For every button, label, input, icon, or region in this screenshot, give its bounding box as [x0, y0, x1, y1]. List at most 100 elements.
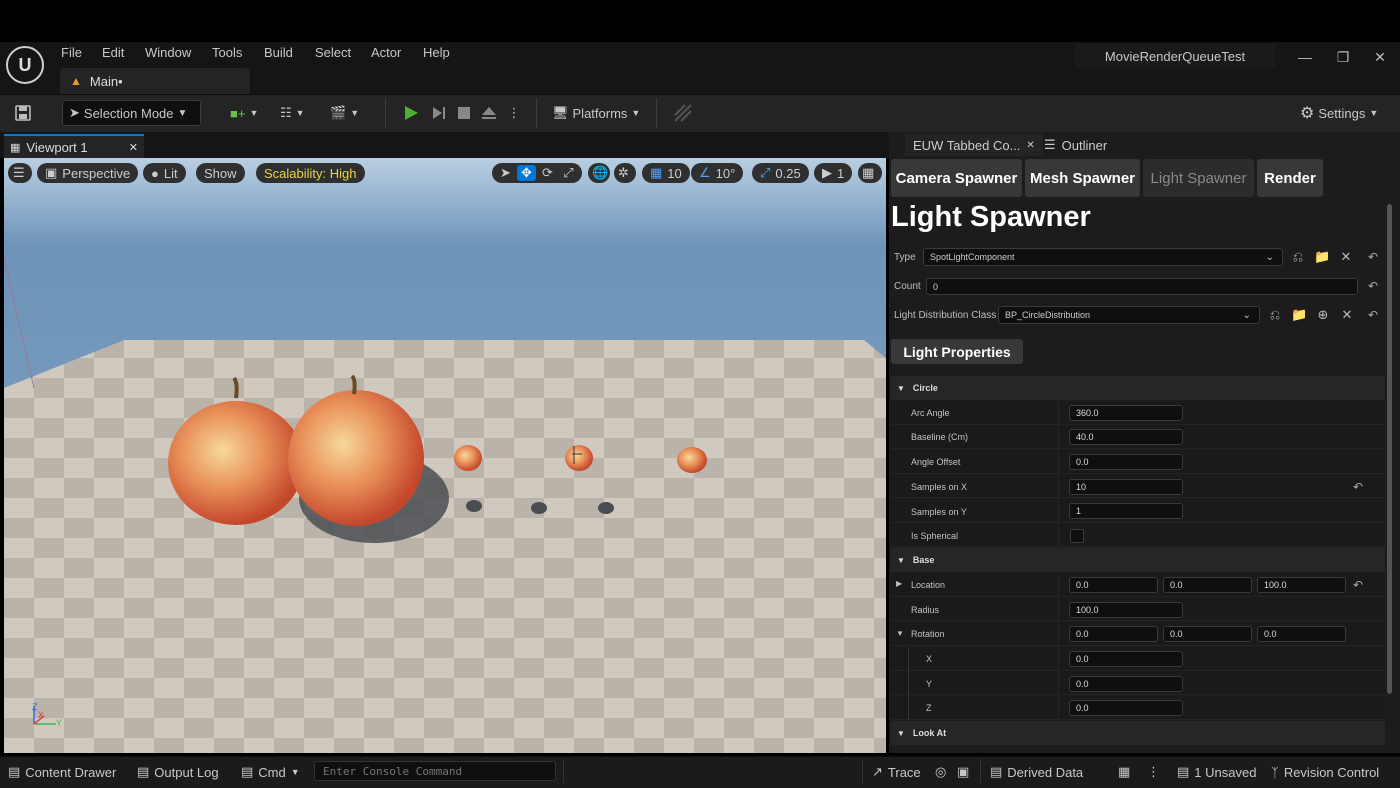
close-window-icon[interactable]: ✕	[1370, 47, 1390, 67]
euw-tab[interactable]: EUW Tabbed Co... ✕	[905, 134, 1043, 156]
screenshot-icon[interactable]: ▣	[957, 763, 969, 781]
menu-select[interactable]: Select	[315, 45, 351, 61]
rotation-z-input[interactable]: 0.0	[1257, 626, 1346, 642]
expand-down-icon[interactable]: ▼	[896, 629, 904, 638]
close-tab-icon[interactable]: ✕	[1026, 140, 1034, 151]
reset-icon[interactable]: ↶	[1350, 577, 1366, 593]
section-base[interactable]: ▼ Base	[891, 548, 1385, 572]
settings-dropdown[interactable]: ⚙ Settings ▼	[1300, 100, 1378, 126]
tab-mesh-spawner[interactable]: Mesh Spawner	[1025, 159, 1140, 197]
record-icon[interactable]: ◎	[935, 763, 946, 781]
lit-button[interactable]: ● Lit	[143, 163, 186, 183]
browse-back-icon[interactable]: ⎌	[1267, 307, 1283, 323]
add-actor-button[interactable]: ■+ ▼	[230, 100, 258, 126]
location-z-input[interactable]: 100.0	[1257, 577, 1346, 593]
count-input[interactable]: 0	[926, 278, 1358, 295]
derived-data-button[interactable]: ▤ Derived Data	[990, 763, 1083, 781]
rotate-tool-icon[interactable]: ⟳	[538, 165, 557, 181]
section-look-at[interactable]: ▼ Look At	[891, 721, 1385, 745]
panel-scrollbar[interactable]	[1387, 204, 1392, 694]
select-tool-icon[interactable]: ➤	[496, 165, 515, 181]
location-y-input[interactable]: 0.0	[1163, 577, 1252, 593]
minimize-icon[interactable]: —	[1295, 47, 1315, 67]
rot-z-input[interactable]: 0.0	[1069, 700, 1183, 716]
world-space-button[interactable]: 🌐	[588, 163, 610, 183]
rotation-x-input[interactable]: 0.0	[1069, 626, 1158, 642]
tab-render[interactable]: Render	[1257, 159, 1323, 197]
viewport-menu-button[interactable]: ☰	[8, 163, 32, 183]
rot-y-input[interactable]: 0.0	[1069, 676, 1183, 692]
move-tool-icon[interactable]: ✥	[517, 165, 536, 181]
revision-control-button[interactable]: ᛉ Revision Control	[1271, 763, 1379, 781]
expand-right-icon[interactable]: ▶	[896, 579, 902, 588]
browse-back-icon[interactable]: ⎌	[1290, 249, 1306, 265]
outliner-tab[interactable]: ☰ Outliner	[1036, 134, 1115, 156]
close-tab-icon[interactable]: ✕	[129, 141, 138, 154]
menu-file[interactable]: File	[61, 45, 82, 61]
radius-input[interactable]: 100.0	[1069, 602, 1183, 618]
source-control-grid-icon[interactable]: ▦	[1118, 763, 1130, 781]
grid-snap-button[interactable]: ▦ 10	[642, 163, 690, 183]
trace-button[interactable]: ↗ Trace	[872, 763, 921, 781]
tab-camera-spawner[interactable]: Camera Spawner	[891, 159, 1022, 197]
samples-x-input[interactable]: 10	[1069, 479, 1183, 495]
rotation-snap-button[interactable]: ∠ 10°	[691, 163, 744, 183]
platforms-dropdown[interactable]: 🖥 Platforms ▼	[552, 100, 640, 126]
scalability-button[interactable]: Scalability: High	[256, 163, 365, 183]
camera-speed-button[interactable]: ▶ 1	[814, 163, 853, 183]
perspective-button[interactable]: ▣ Perspective	[37, 163, 139, 183]
angle-offset-input[interactable]: 0.0	[1069, 454, 1183, 470]
type-dropdown[interactable]: SpotLightComponent ⌄	[923, 248, 1283, 266]
show-button[interactable]: Show	[196, 163, 245, 183]
baseline-input[interactable]: 40.0	[1069, 429, 1183, 445]
rotation-y-input[interactable]: 0.0	[1163, 626, 1252, 642]
add-circle-icon[interactable]: ⊕	[1315, 307, 1331, 323]
console-input[interactable]	[314, 761, 556, 781]
menu-edit[interactable]: Edit	[102, 45, 124, 61]
folder-icon[interactable]: 📁	[1291, 307, 1307, 323]
samples-y-input[interactable]: 1	[1069, 503, 1183, 519]
play-options-button[interactable]: ⋮	[508, 100, 521, 126]
location-x-input[interactable]: 0.0	[1069, 577, 1158, 593]
cmd-dropdown[interactable]: ▤ Cmd ▼	[241, 763, 300, 781]
play-button[interactable]	[402, 100, 420, 126]
reset-icon[interactable]: ↶	[1365, 249, 1381, 265]
is-spherical-checkbox[interactable]	[1070, 529, 1084, 543]
advance-frame-button[interactable]	[430, 100, 448, 126]
light-distribution-dropdown[interactable]: BP_CircleDistribution ⌄	[998, 306, 1260, 324]
restore-icon[interactable]: ❐	[1333, 47, 1353, 67]
selection-mode-dropdown[interactable]: ➤ Selection Mode ▼	[62, 100, 201, 126]
save-icon[interactable]	[14, 100, 34, 126]
light-properties-button[interactable]: Light Properties	[891, 339, 1023, 364]
menu-build[interactable]: Build	[264, 45, 293, 61]
menu-window[interactable]: Window	[145, 45, 191, 61]
tab-light-spawner[interactable]: Light Spawner	[1143, 159, 1254, 197]
blueprint-button[interactable]: ☷ ▼	[280, 100, 305, 126]
surface-snap-button[interactable]: ✲	[614, 163, 636, 183]
menu-tools[interactable]: Tools	[212, 45, 242, 61]
layout-button[interactable]: ▦	[858, 163, 882, 183]
reset-icon[interactable]: ↶	[1365, 307, 1381, 323]
scale-snap-button[interactable]: ⤢ 0.25	[752, 163, 809, 183]
scale-tool-icon[interactable]: ⤢	[559, 165, 578, 181]
menu-help[interactable]: Help	[423, 45, 450, 61]
viewport-3d[interactable]	[4, 158, 886, 753]
level-tab[interactable]: ▲ Main•	[60, 68, 250, 94]
clear-icon[interactable]: ✕	[1338, 249, 1354, 265]
content-drawer-button[interactable]: ▤ Content Drawer	[8, 763, 116, 781]
viewport-tab[interactable]: ▦ Viewport 1 ✕	[4, 134, 144, 158]
eject-button[interactable]	[480, 100, 498, 126]
stop-button[interactable]	[456, 100, 472, 126]
reset-icon[interactable]: ↶	[1365, 278, 1381, 294]
arc-angle-input[interactable]: 360.0	[1069, 405, 1183, 421]
output-log-button[interactable]: ▤ Output Log	[137, 763, 219, 781]
cinematics-button[interactable]: 🎬 ▼	[330, 100, 359, 126]
folder-icon[interactable]: 📁	[1314, 249, 1330, 265]
clear-icon[interactable]: ✕	[1339, 307, 1355, 323]
unreal-logo-icon[interactable]: U	[6, 46, 44, 84]
reset-icon[interactable]: ↶	[1350, 479, 1366, 495]
more-vertical-icon[interactable]: ⋮	[1147, 763, 1160, 781]
section-circle[interactable]: ▼ Circle	[891, 376, 1385, 400]
rot-x-input[interactable]: 0.0	[1069, 651, 1183, 667]
menu-actor[interactable]: Actor	[371, 45, 401, 61]
